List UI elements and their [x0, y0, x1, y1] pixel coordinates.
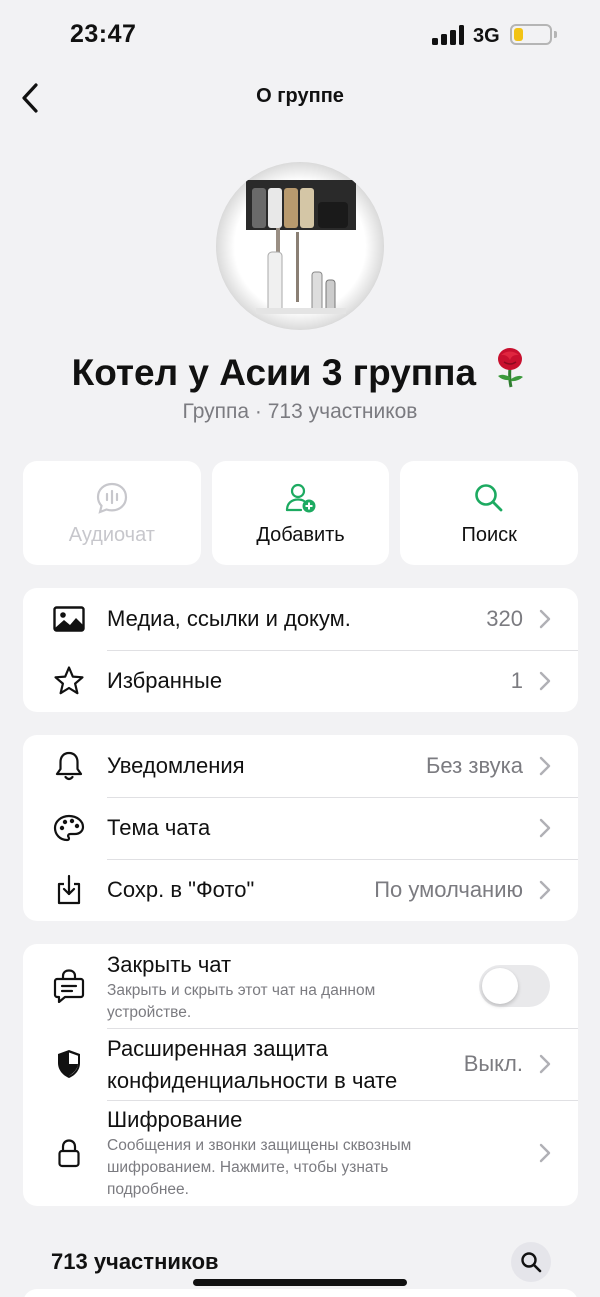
starred-row[interactable]: Избранные 1	[23, 650, 578, 712]
search-button[interactable]: Поиск	[400, 461, 579, 565]
advanced-privacy-title-1: Расширенная защита	[107, 1036, 328, 1061]
encryption-description-3: подробнее.	[107, 1181, 189, 1198]
privacy-card: Закрыть чат Закрыть и скрыть этот чат на…	[23, 944, 578, 1206]
page-title: О группе	[256, 85, 344, 107]
group-avatar[interactable]	[216, 162, 384, 330]
members-header: 713 участников	[51, 1249, 219, 1274]
advanced-privacy-value: Выкл.	[463, 1051, 523, 1076]
shield-icon	[52, 1047, 86, 1081]
save-to-photos-row[interactable]: Сохр. в "Фото" По умолчанию	[23, 859, 578, 921]
encryption-title: Шифрование	[107, 1107, 243, 1132]
starred-count: 1	[510, 668, 523, 693]
add-member-button[interactable]: Добавить	[211, 461, 390, 565]
audio-chat-label: Аудиочат	[68, 524, 155, 546]
lock-chat-toggle[interactable]	[479, 965, 550, 1007]
battery-level	[514, 28, 523, 41]
media-count: 320	[486, 606, 523, 631]
settings-card: Уведомления Без звука Тема чата Сохр. в …	[23, 735, 578, 921]
palette-icon	[52, 811, 86, 845]
media-card: Медиа, ссылки и докум. 320 Избранные 1	[23, 588, 578, 712]
chat-lock-icon	[52, 969, 86, 1003]
group-subtitle: Группа · 713 участников	[182, 400, 418, 423]
lock-chat-title: Закрыть чат	[107, 952, 232, 977]
audio-chat-icon	[96, 482, 127, 514]
members-list-card	[23, 1289, 578, 1297]
search-icon	[475, 484, 503, 512]
encryption-row[interactable]: Шифрование Сообщения и звонки защищены с…	[23, 1100, 578, 1206]
battery-icon	[510, 24, 557, 45]
notifications-row[interactable]: Уведомления Без звука	[23, 735, 578, 797]
media-links-docs-row[interactable]: Медиа, ссылки и докум. 320	[23, 588, 578, 650]
lock-icon	[52, 1136, 86, 1170]
group-name: Котел у Асии 3 группа	[0, 346, 600, 394]
action-buttons: Аудиочат Добавить Поиск	[23, 461, 579, 565]
cellular-signal-icon	[432, 25, 464, 45]
add-member-label: Добавить	[256, 524, 345, 546]
save-to-photos-value: По умолчанию	[374, 877, 523, 902]
chevron-right-icon	[539, 880, 551, 900]
chat-theme-label: Тема чата	[107, 815, 211, 840]
lock-chat-description-2: устройстве.	[107, 1004, 192, 1021]
rose-emoji-icon	[498, 348, 524, 388]
audio-chat-button[interactable]: Аудиочат	[23, 461, 201, 565]
encryption-text: Шифрование Сообщения и звонки защищены с…	[107, 1107, 411, 1201]
lock-chat-text: Закрыть чат Закрыть и скрыть этот чат на…	[107, 952, 375, 1024]
download-icon	[52, 873, 86, 907]
members-search-button[interactable]	[511, 1242, 551, 1282]
add-user-icon	[285, 483, 315, 513]
starred-label: Избранные	[107, 668, 223, 693]
notifications-label: Уведомления	[107, 753, 245, 778]
status-time: 23:47	[70, 20, 137, 48]
save-to-photos-label: Сохр. в "Фото"	[107, 877, 255, 902]
advanced-privacy-text: Расширенная защита конфиденциальности в …	[107, 1036, 397, 1094]
chat-theme-row[interactable]: Тема чата	[23, 797, 578, 859]
advanced-privacy-title-2: конфиденциальности в чате	[107, 1068, 398, 1093]
chevron-right-icon	[539, 818, 551, 838]
toggle-knob	[482, 968, 518, 1004]
search-label: Поиск	[461, 524, 517, 546]
chevron-right-icon	[539, 671, 551, 691]
chevron-right-icon	[539, 1054, 551, 1074]
photo-icon	[52, 602, 86, 636]
notifications-value: Без звука	[425, 753, 523, 778]
advanced-privacy-row[interactable]: Расширенная защита конфиденциальности в …	[23, 1028, 578, 1100]
media-label: Медиа, ссылки и докум.	[107, 606, 351, 631]
bell-icon	[52, 749, 86, 783]
star-icon	[52, 664, 86, 698]
network-type: 3G	[473, 25, 500, 47]
group-name-text: Котел у Асии 3 группа	[71, 352, 477, 393]
chevron-right-icon	[539, 609, 551, 629]
navigation-bar: О группе	[0, 70, 600, 125]
chevron-right-icon	[539, 1143, 551, 1163]
search-icon	[521, 1252, 542, 1273]
chevron-right-icon	[539, 756, 551, 776]
lock-chat-row: Закрыть чат Закрыть и скрыть этот чат на…	[23, 944, 578, 1028]
status-bar: 23:47 3G	[0, 0, 600, 70]
lock-chat-description-1: Закрыть и скрыть этот чат на данном	[107, 982, 376, 999]
encryption-description-1: Сообщения и звонки защищены сквозным	[107, 1137, 412, 1154]
encryption-description-2: шифрованием. Нажмите, чтобы узнать	[107, 1159, 389, 1176]
home-indicator	[193, 1279, 407, 1286]
group-avatar-image	[246, 180, 356, 314]
